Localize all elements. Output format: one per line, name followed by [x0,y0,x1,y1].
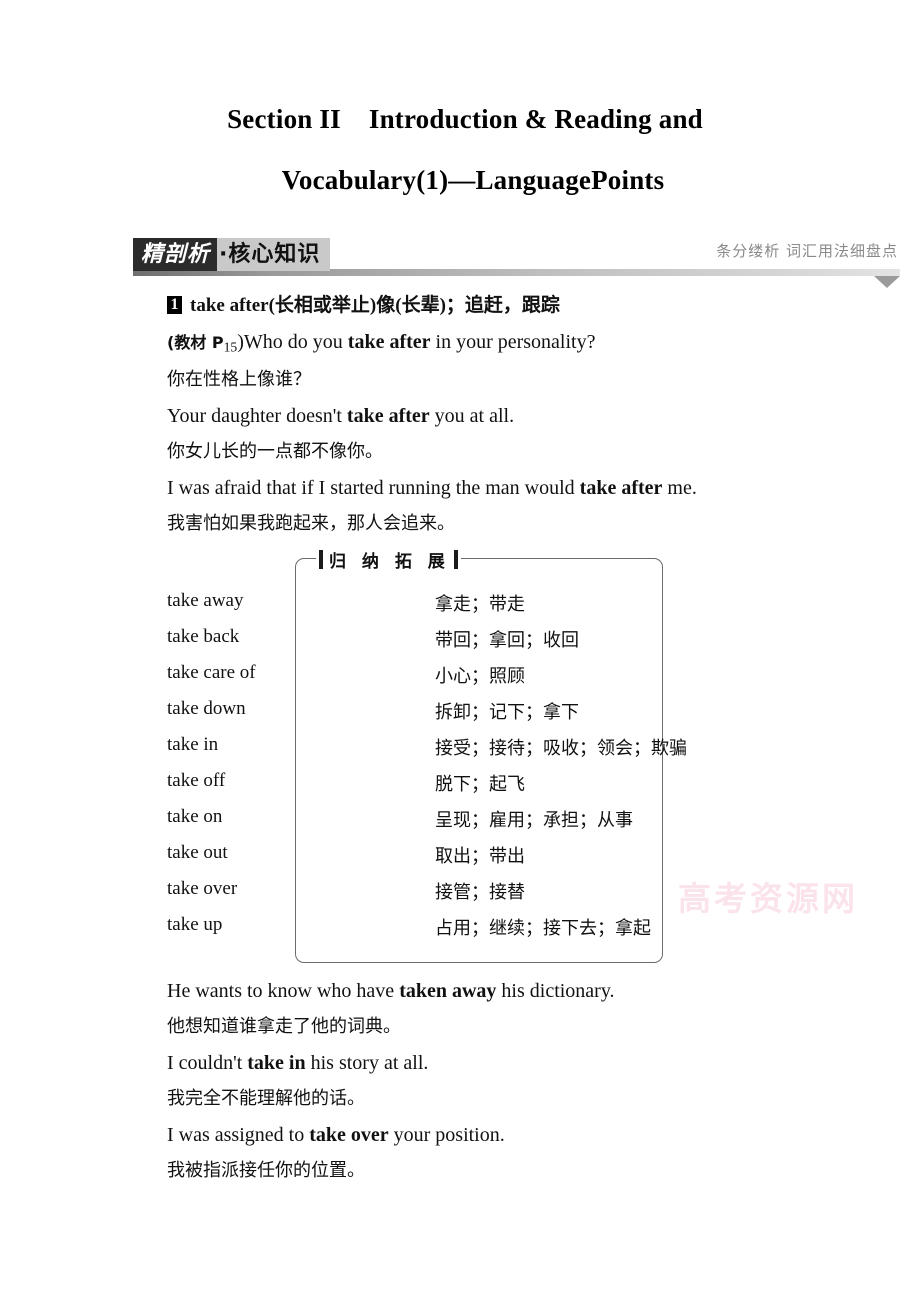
example-text-pre: I was assigned to [167,1124,310,1146]
table-row: take up 占用；继续；接下去；拿起 [167,914,867,950]
phrase-cell: take off [167,770,226,791]
phrase-cell: take in [167,734,219,755]
meaning-cell: 拿走；带走 [435,594,525,615]
label-bar-left-icon [319,550,323,569]
phrase-cell: take on [167,806,223,827]
title-line-1: Section II Introduction & Reading and [0,105,920,133]
example-translation: 他想知道谁拿走了他的词典。 [167,1016,401,1037]
example-text-post: me. [662,476,697,499]
example-text-bold: taken away [399,980,497,1002]
example-text-bold: take in [247,1052,306,1074]
table-row: take back 带回；拿回；收回 [167,626,867,662]
table-row: take over 接管；接替 [167,878,867,914]
phrase-cell: take over [167,878,238,899]
example-translation-1: 你在性格上像谁？ [167,368,311,390]
expansion-box-label: 归 纳 拓 展 [316,547,461,572]
example-text-post: you at all. [429,404,515,427]
phrase-cell: take away [167,590,244,611]
meaning-cell: 带回；拿回；收回 [435,630,579,651]
table-row: take in 接受；接待；吸收；领会；欺骗 [167,734,867,770]
table-row: take care of 小心；照顾 [167,662,867,698]
entry-block: 1 take after(长相或举止)像(长辈)；追赶，跟踪 (教材 P15)Wh… [167,296,867,550]
phrase-cell: take out [167,842,228,863]
meaning-cell: 接管；接替 [435,882,525,903]
banner-badge-dark-text: 精剖析 [133,238,218,271]
example-textbook-line: (教材 P15)Who do you take after in your pe… [167,332,867,354]
example-text-bold: take after [346,404,430,427]
table-row: take away 拿走；带走 [167,590,867,626]
example-text-pre: I was afraid that if I started running t… [167,476,580,499]
textbook-ref-suffix: ) [237,331,244,353]
example-text-pre: Your daughter doesn't [167,404,347,427]
example-line-3: I was afraid that if I started running t… [167,478,867,498]
phrase-cell: take up [167,914,223,935]
phrase-cell: take back [167,626,240,647]
page-title: Section II Introduction & Reading and Voc… [0,0,920,195]
meaning-cell: 脱下；起飞 [435,774,525,795]
meaning-cell: 占用；继续；接下去；拿起 [435,918,651,939]
table-row: take out 取出；带出 [167,842,867,878]
label-bar-right-icon [453,550,458,569]
banner-badge-light-text: ·核心知识 [217,238,331,271]
textbook-ref-prefix: (教材 P [167,333,224,352]
table-row: take down 拆卸；记下；拿下 [167,698,867,734]
example-text-post: in your personality? [430,331,596,353]
example-text-pre: Who do you [243,331,348,353]
example-text-bold: take after [579,476,663,499]
example-line: I couldn't take in his story at all. [167,1053,887,1073]
bottom-examples: He wants to know who have taken away his… [167,981,887,1197]
meaning-cell: 小心；照顾 [435,666,525,687]
title-section-label: Section II [227,104,341,134]
example-translation: 我完全不能理解他的话。 [167,1088,365,1109]
example-line: I was assigned to take over your positio… [167,1125,887,1145]
example-translation: 我被指派接任你的位置。 [167,1160,365,1181]
banner-badge: 精剖析 ·核心知识 [133,238,331,271]
example-line-2: Your daughter doesn't take after you at … [167,406,867,426]
example-text-post: your position. [388,1124,505,1146]
title-main-text: Introduction & Reading and [368,104,703,134]
meaning-cell: 取出；带出 [435,846,525,867]
phrase-table: take away 拿走；带走 take back 带回；拿回；收回 take care… [167,590,867,950]
example-text-post: his dictionary. [496,980,615,1002]
textbook-ref-page: 15 [223,339,238,355]
phrase-cell: take care of [167,662,256,683]
example-text-bold: take over [309,1124,389,1146]
meaning-cell: 呈现；雇用；承担；从事 [435,810,633,831]
table-row: take off 脱下；起飞 [167,770,867,806]
meaning-cell: 接受；接待；吸收；领会；欺骗 [435,738,687,759]
expansion-box-label-text: 归 纳 拓 展 [329,552,450,572]
example-translation-2: 你女儿长的一点都不像你。 [167,440,383,462]
example-text-pre: I couldn't [167,1052,248,1074]
entry-headword-en: take after [190,295,269,316]
example-translation-3: 我害怕如果我跑起来，那人会追来。 [167,512,455,534]
entry-headword-cn: (长相或举止)像(长辈)；追赶，跟踪 [268,295,560,316]
table-row: take on 呈现；雇用；承担；从事 [167,806,867,842]
phrase-cell: take down [167,698,246,719]
document-page: Section II Introduction & Reading and Voc… [0,0,920,1302]
banner-caption: 条分缕析 词汇用法细盘点 [716,242,898,260]
example-line: He wants to know who have taken away his… [167,981,887,1001]
title-line-2: Vocabulary(1)—LanguagePoints [281,165,665,196]
triangle-down-icon [874,276,900,288]
example-text-bold: take after [347,331,431,353]
section-banner: 精剖析 ·核心知识 条分缕析 词汇用法细盘点 [0,238,920,288]
example-text-pre: He wants to know who have [167,980,400,1002]
entry-headword-line: 1 take after(长相或举止)像(长辈)；追赶，跟踪 [167,296,867,315]
entry-number-badge: 1 [167,296,182,314]
meaning-cell: 拆卸；记下；拿下 [435,702,579,723]
example-text-post: his story at all. [305,1052,429,1074]
